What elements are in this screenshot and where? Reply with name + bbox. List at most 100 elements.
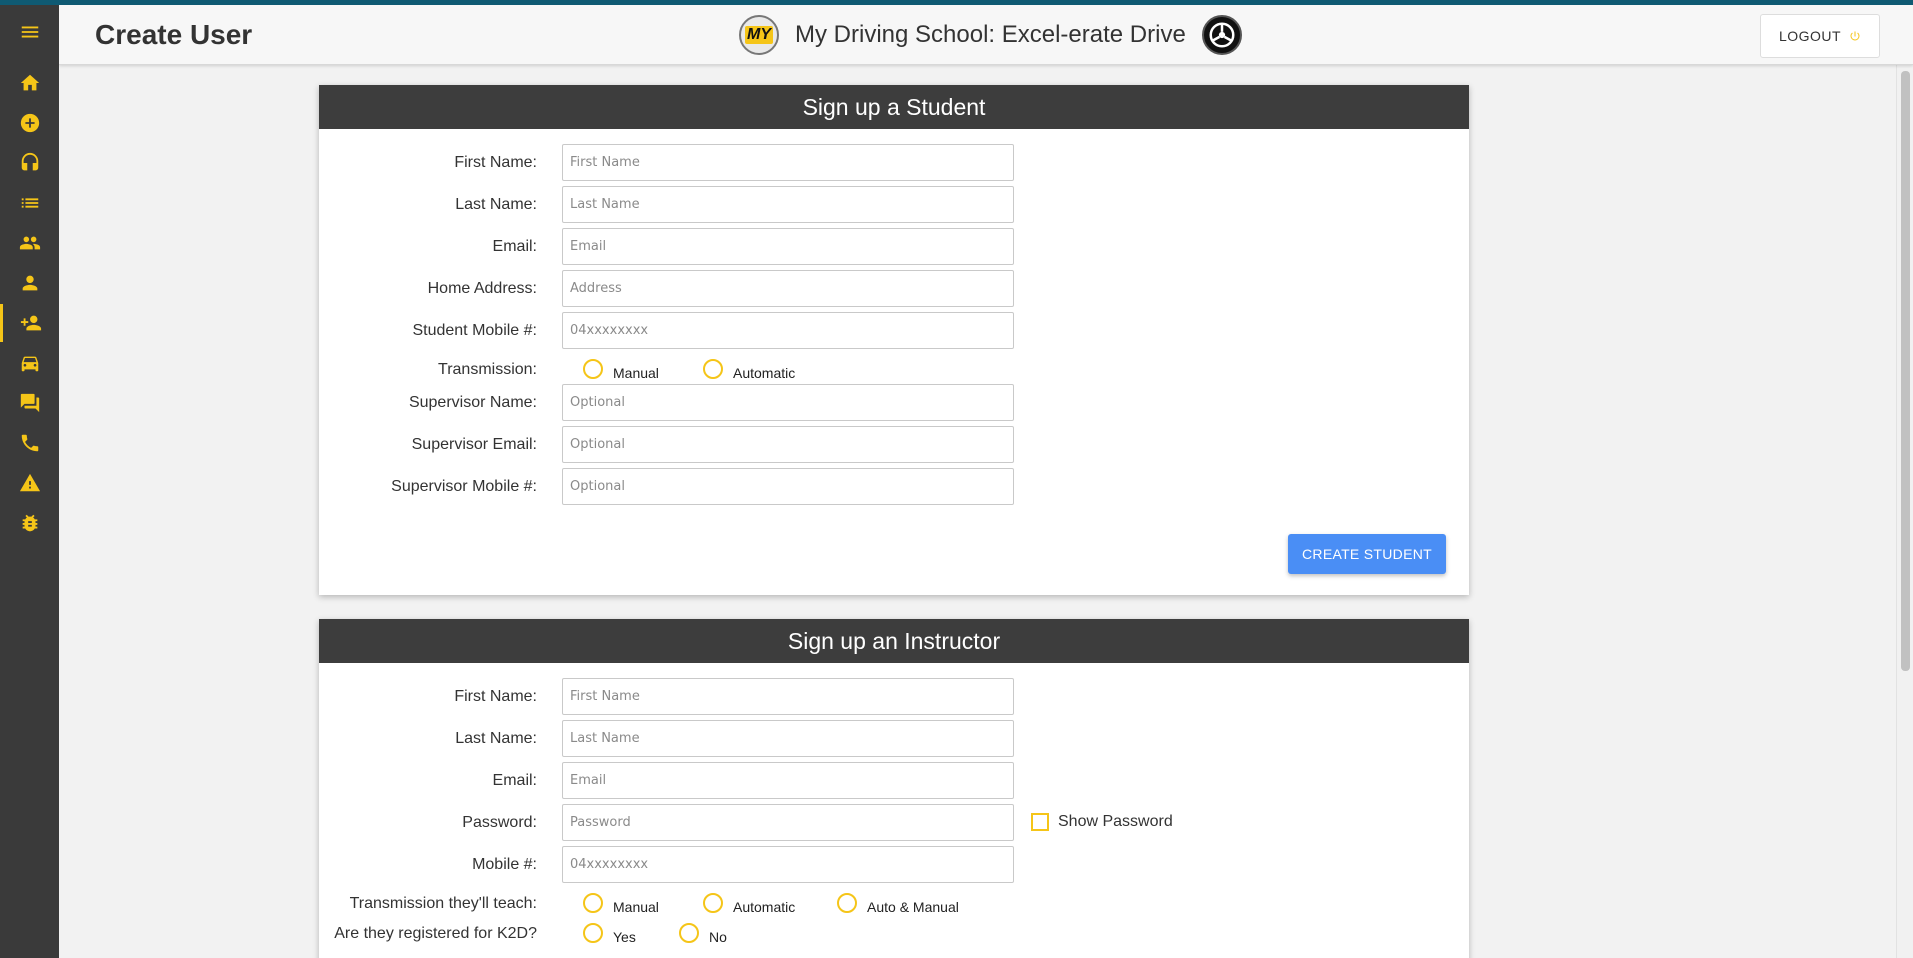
student-address-row: Home Address: [319, 270, 1469, 307]
instructor-transmission-manual-radio[interactable]: Manual [583, 891, 659, 915]
instructor-last-name-row: Last Name: [319, 720, 1469, 757]
instructor-k2d-row: Are they registered for K2D? Yes No [319, 915, 1469, 952]
instructor-email-row: Email: [319, 762, 1469, 799]
sidebar-item-create-user[interactable] [0, 304, 59, 342]
supervisor-mobile-row: Supervisor Mobile #: [319, 468, 1469, 505]
instructor-signup-card: Sign up an Instructor First Name: Last N… [319, 619, 1469, 958]
sidebar [0, 0, 59, 958]
show-password-label: Show Password [1058, 813, 1173, 830]
instructor-email-input[interactable] [562, 762, 1014, 799]
car-icon [21, 356, 38, 372]
sidebar-item-home[interactable] [0, 64, 59, 102]
page-scrollbar[interactable] [1896, 65, 1913, 958]
student-first-name-input[interactable] [562, 144, 1014, 181]
checkbox-square-icon [1031, 813, 1049, 831]
student-address-input[interactable] [562, 270, 1014, 307]
create-student-button[interactable]: CREATE STUDENT [1288, 534, 1446, 574]
hamburger-menu-icon [21, 26, 38, 38]
k2d-no-radio[interactable]: No [679, 921, 727, 945]
sidebar-item-users[interactable] [0, 224, 59, 262]
student-transmission-label: Transmission: [438, 361, 537, 378]
radio-circle-icon [583, 359, 603, 379]
sidebar-item-support[interactable] [0, 144, 59, 182]
student-signup-card: Sign up a Student First Name: Last Name:… [319, 85, 1469, 595]
radio-circle-icon [583, 923, 603, 943]
steering-wheel-logo [1201, 15, 1242, 55]
radio-label: Auto & Manual [867, 899, 959, 915]
supervisor-name-row: Supervisor Name: [319, 384, 1469, 421]
brand-name: My Driving School: Excel-erate Drive [795, 21, 1186, 48]
instructor-mobile-row: Mobile #: [319, 846, 1469, 883]
supervisor-email-row: Supervisor Email: [319, 426, 1469, 463]
show-password-checkbox[interactable]: Show Password [1031, 813, 1173, 831]
instructor-k2d-label: Are they registered for K2D? [334, 925, 537, 942]
student-email-input[interactable] [562, 228, 1014, 265]
instructor-transmission-automatic-radio[interactable]: Automatic [703, 891, 795, 915]
add-circle-icon [20, 113, 39, 133]
student-transmission-row: Transmission: Manual Automatic [319, 351, 1469, 388]
logout-label: LOGOUT [1778, 28, 1842, 44]
supervisor-name-input[interactable] [562, 384, 1014, 421]
radio-circle-icon [837, 893, 857, 913]
instructor-mobile-input[interactable] [562, 846, 1014, 883]
instructor-email-label: Email: [492, 772, 537, 789]
bug-icon [22, 514, 37, 532]
student-mobile-label: Student Mobile #: [412, 322, 537, 339]
supervisor-email-label: Supervisor Email: [411, 436, 537, 453]
student-last-name-label: Last Name: [455, 196, 537, 213]
instructor-last-name-input[interactable] [562, 720, 1014, 757]
student-email-label: Email: [492, 238, 537, 255]
supervisor-mobile-input[interactable] [562, 468, 1014, 505]
k2d-yes-radio[interactable]: Yes [583, 921, 636, 945]
sidebar-item-cars[interactable] [0, 344, 59, 382]
sidebar-item-add[interactable] [0, 104, 59, 142]
student-mobile-input[interactable] [562, 312, 1014, 349]
student-address-label: Home Address: [427, 280, 537, 297]
radio-circle-icon [703, 893, 723, 913]
supervisor-email-input[interactable] [562, 426, 1014, 463]
student-card-title: Sign up a Student [319, 85, 1469, 129]
list-icon [21, 198, 38, 208]
brand: MY My Driving School: Excel-erate Drive [739, 13, 1242, 57]
school-logo-text: MY [745, 26, 773, 44]
radio-label: Manual [613, 365, 659, 381]
instructor-password-input[interactable] [562, 804, 1014, 841]
student-first-name-row: First Name: [319, 144, 1469, 181]
menu-toggle-button[interactable] [0, 14, 59, 50]
warning-icon [19, 473, 40, 492]
logout-button[interactable]: LOGOUT [1760, 14, 1880, 58]
radio-label: Automatic [733, 365, 796, 381]
headset-icon [21, 152, 38, 171]
radio-circle-icon [679, 923, 699, 943]
sidebar-item-messages[interactable] [0, 384, 59, 422]
instructor-mobile-label: Mobile #: [472, 856, 537, 873]
instructor-first-name-input[interactable] [562, 678, 1014, 715]
people-icon [19, 236, 40, 250]
instructor-card-title: Sign up an Instructor [319, 619, 1469, 663]
student-first-name-label: First Name: [454, 154, 537, 171]
instructor-last-name-label: Last Name: [455, 730, 537, 747]
student-transmission-manual-radio[interactable]: Manual [583, 357, 659, 381]
person-icon [22, 275, 37, 291]
sidebar-item-user[interactable] [0, 264, 59, 302]
sidebar-item-alerts[interactable] [0, 464, 59, 502]
radio-circle-icon [703, 359, 723, 379]
student-mobile-row: Student Mobile #: [319, 312, 1469, 349]
instructor-transmission-both-radio[interactable]: Auto & Manual [837, 891, 959, 915]
radio-label: Automatic [733, 899, 796, 915]
steering-wheel-icon [1209, 22, 1235, 48]
scrollbar-thumb[interactable] [1901, 71, 1910, 671]
student-last-name-row: Last Name: [319, 186, 1469, 223]
supervisor-name-label: Supervisor Name: [408, 394, 537, 411]
top-header: Create User MY My Driving School: Excel-… [59, 5, 1913, 65]
student-transmission-automatic-radio[interactable]: Automatic [703, 357, 795, 381]
sidebar-item-bugs[interactable] [0, 504, 59, 542]
student-last-name-input[interactable] [562, 186, 1014, 223]
sidebar-item-phone[interactable] [0, 424, 59, 462]
instructor-transmission-label: Transmission they'll teach: [349, 895, 537, 912]
chat-icon [20, 393, 39, 413]
sidebar-item-list[interactable] [0, 184, 59, 222]
instructor-first-name-row: First Name: [319, 678, 1469, 715]
top-accent-bar [0, 0, 1913, 5]
home-icon [20, 74, 39, 91]
